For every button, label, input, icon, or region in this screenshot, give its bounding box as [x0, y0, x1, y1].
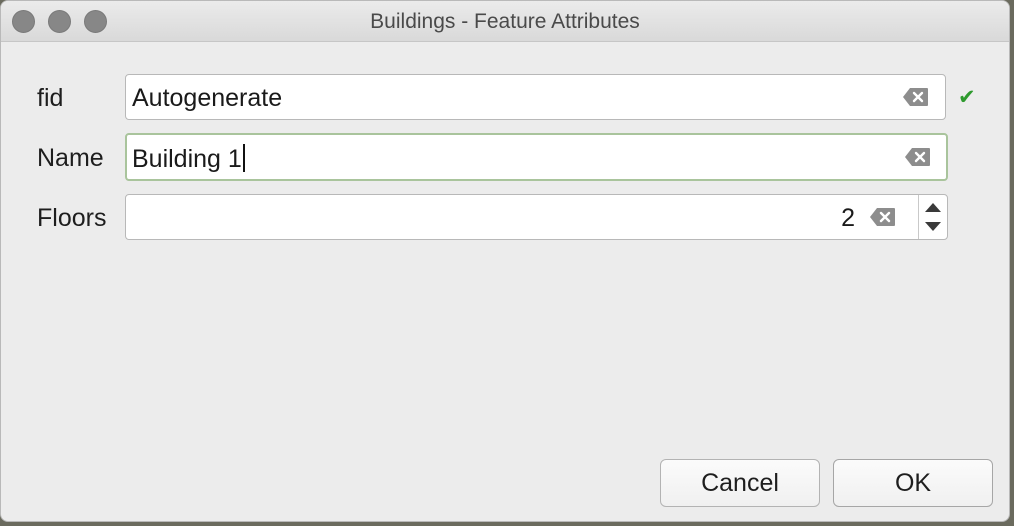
name-field[interactable]: Building 1 [125, 133, 948, 181]
floors-label: Floors [37, 204, 107, 232]
floors-value: 2 [841, 204, 855, 232]
floors-spinbox[interactable]: 2 [125, 194, 948, 240]
fid-field[interactable]: Autogenerate [125, 74, 946, 120]
title-bar[interactable]: Buildings - Feature Attributes [1, 1, 1009, 42]
window-title: Buildings - Feature Attributes [370, 10, 640, 33]
fid-value: Autogenerate [132, 84, 283, 112]
ok-button[interactable]: OK [833, 459, 993, 507]
text-caret [242, 144, 245, 172]
cancel-button[interactable]: Cancel [660, 459, 820, 507]
spinbox-arrows-icon [918, 195, 947, 239]
spin-up-button[interactable] [925, 203, 941, 212]
feature-attributes-dialog: Buildings - Feature Attributes fid Autog… [0, 0, 1010, 522]
spin-down-button[interactable] [925, 222, 941, 231]
fid-clear-icon[interactable] [903, 87, 929, 107]
name-label: Name [37, 144, 104, 172]
fid-label: fid [37, 84, 64, 112]
checkmark-icon: ✔ [958, 86, 976, 109]
name-value: Building 1 [132, 145, 242, 173]
name-clear-icon[interactable] [905, 147, 931, 167]
floors-clear-icon[interactable] [870, 207, 896, 227]
